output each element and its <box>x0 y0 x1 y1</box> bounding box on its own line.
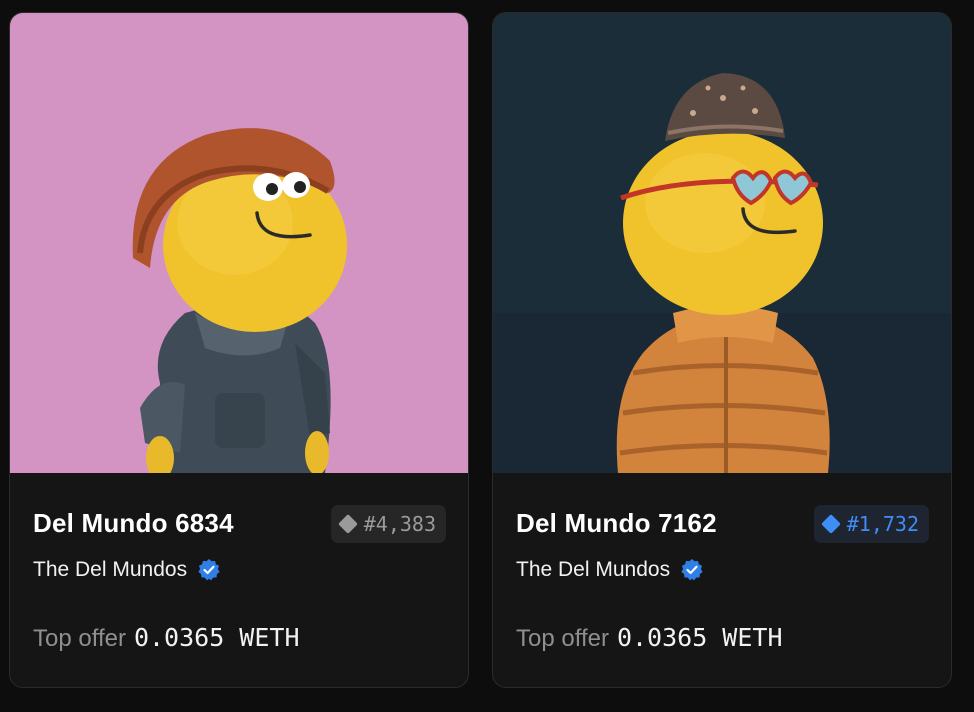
nft-image[interactable] <box>493 13 951 473</box>
top-offer: Top offer 0.0365 WETH <box>33 623 300 653</box>
nft-card[interactable]: Del Mundo 7162 #1,732 The Del Mundos Top… <box>492 12 952 688</box>
diamond-icon <box>820 514 841 534</box>
rarity-rank-badge[interactable]: #4,383 <box>330 505 446 543</box>
collection-name: The Del Mundos <box>516 558 671 581</box>
top-offer-value: 0.0365 WETH <box>133 623 300 652</box>
nft-card[interactable]: Del Mundo 6834 #4,383 The Del Mundos Top… <box>9 12 469 688</box>
collection-name: The Del Mundos <box>33 558 188 581</box>
top-offer-label: Top offer <box>516 625 609 652</box>
nft-image[interactable] <box>10 13 468 473</box>
verified-badge-icon <box>681 559 703 581</box>
rarity-rank-badge[interactable]: #1,732 <box>813 505 929 543</box>
collection-link[interactable]: The Del Mundos <box>33 558 221 582</box>
collection-link[interactable]: The Del Mundos <box>516 558 704 582</box>
nft-title[interactable]: Del Mundo 7162 <box>516 508 717 539</box>
diamond-icon <box>337 514 358 534</box>
top-offer: Top offer 0.0365 WETH <box>516 623 783 653</box>
rarity-rank-value: #1,732 <box>846 512 919 536</box>
top-offer-label: Top offer <box>33 625 126 652</box>
nft-title[interactable]: Del Mundo 6834 <box>33 508 234 539</box>
top-offer-value: 0.0365 WETH <box>616 623 783 652</box>
rarity-rank-value: #4,383 <box>363 512 436 536</box>
verified-badge-icon <box>198 559 220 581</box>
